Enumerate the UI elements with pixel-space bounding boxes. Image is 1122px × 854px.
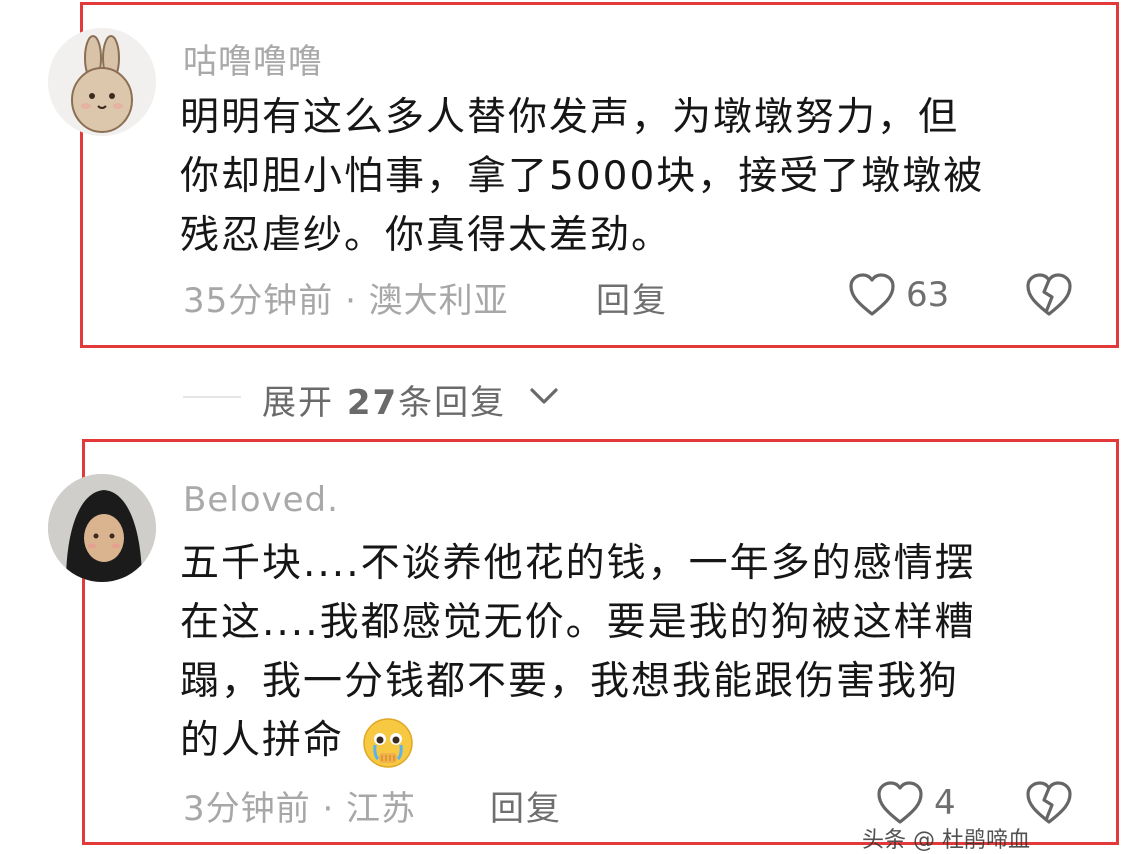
comment-line: 你却胆小怕事，拿了5000块，接受了墩墩被 xyxy=(180,154,985,199)
heart-icon xyxy=(849,273,895,316)
reply-button[interactable]: 回复 xyxy=(490,781,562,830)
dislike-button[interactable] xyxy=(1025,780,1073,826)
expand-prefix: 展开 xyxy=(262,383,334,423)
watermark: 头条 @ 杜鹃啼血 xyxy=(862,828,1030,853)
comment-username[interactable]: 咕噜噜噜 xyxy=(183,34,323,83)
crying-face-emoji-icon xyxy=(362,717,414,769)
comment-meta: 3分钟前 · 江苏 xyxy=(183,789,417,829)
heart-icon xyxy=(877,781,923,824)
avatar[interactable] xyxy=(48,474,156,582)
rabbit-avatar-icon xyxy=(48,28,156,136)
comment-meta: 35分钟前 · 澳大利亚 xyxy=(183,281,509,321)
like-count: 4 xyxy=(934,783,956,823)
like-count: 63 xyxy=(906,275,950,315)
dislike-button[interactable] xyxy=(1025,272,1073,318)
comment-line: 蹋，我一分钱都不要，我想我能跟伤害我狗 xyxy=(180,659,960,704)
expand-replies-button[interactable]: 展开 27条回复 xyxy=(262,375,506,424)
reply-button[interactable]: 回复 xyxy=(596,273,668,322)
comment-content: 明明有这么多人替你发声，为墩墩努力，但 你却胆小怕事，拿了5000块，接受了墩墩… xyxy=(180,88,1100,265)
hooded-figure-avatar-icon xyxy=(48,474,156,582)
comment-content: 五千块....不谈养他花的钱，一年多的感情摆 在这....我都感觉无价。要是我的… xyxy=(180,534,1100,770)
expand-count: 27 xyxy=(346,383,399,423)
comment-line: 残忍虐纱。你真得太差劲。 xyxy=(180,213,673,258)
comment-line-text: 的人拼命 xyxy=(180,718,345,763)
divider xyxy=(183,396,241,398)
expand-suffix: 条回复 xyxy=(398,383,507,423)
broken-heart-icon xyxy=(1026,781,1072,824)
broken-heart-icon xyxy=(1026,273,1072,316)
chevron-down-icon[interactable] xyxy=(527,384,561,408)
comment-username[interactable]: Beloved. xyxy=(183,480,339,520)
comment-line: 五千块....不谈养他花的钱，一年多的感情摆 xyxy=(180,541,976,586)
comment-line: 在这....我都感觉无价。要是我的狗被这样糟 xyxy=(180,600,976,645)
like-button[interactable] xyxy=(848,272,896,318)
comment-line: 明明有这么多人替你发声，为墩墩努力，但 xyxy=(180,95,960,140)
avatar[interactable] xyxy=(48,28,156,136)
comment-line: 的人拼命 xyxy=(180,711,1100,770)
like-button[interactable] xyxy=(876,780,924,826)
